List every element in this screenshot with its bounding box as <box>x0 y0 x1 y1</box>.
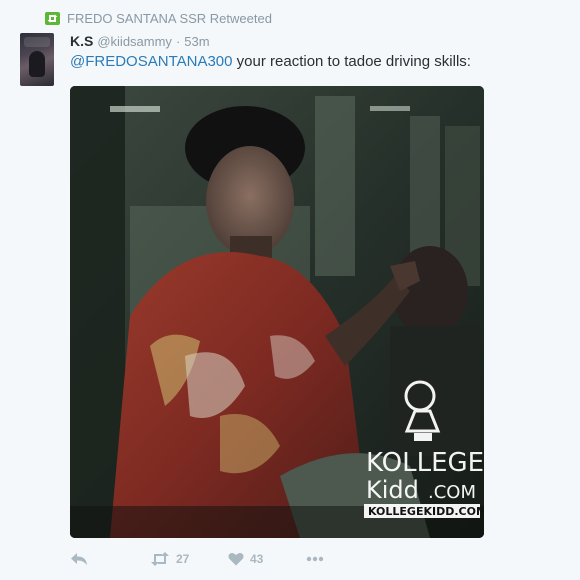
watermark-kidd: Kidd <box>366 476 419 504</box>
media-photo[interactable]: KOLLEGE Kidd .COM KOLLEGEKIDD.COM <box>70 86 484 538</box>
author-name[interactable]: K.S <box>70 33 93 49</box>
retweet-context: FREDO SANTANA SSR Retweeted <box>45 8 272 28</box>
retweet-button[interactable]: 27 <box>150 548 228 570</box>
timestamp[interactable]: 53m <box>184 34 209 49</box>
tweet-body: your reaction to tadoe driving skills: <box>232 53 471 70</box>
heart-icon <box>228 552 244 566</box>
watermark-url: KOLLEGEKIDD.COM <box>368 505 484 518</box>
mention-link[interactable]: @FREDOSANTANA300 <box>70 53 233 70</box>
retweet-action-icon <box>150 552 170 566</box>
more-button[interactable] <box>306 548 346 570</box>
avatar[interactable] <box>20 33 54 86</box>
retweet-icon <box>45 11 60 25</box>
like-count: 43 <box>250 552 264 566</box>
more-icon <box>306 556 324 562</box>
tweet[interactable]: FREDO SANTANA SSR Retweeted K.S @kiidsam… <box>0 0 580 580</box>
tweet-header: K.S @kiidsammy · 53m <box>70 33 210 49</box>
watermark-kollege: KOLLEGE <box>366 448 484 478</box>
photo-graphic: KOLLEGE Kidd .COM KOLLEGEKIDD.COM <box>70 86 484 538</box>
author-handle[interactable]: @kiidsammy <box>97 34 172 49</box>
retweet-context-text[interactable]: FREDO SANTANA SSR Retweeted <box>67 11 272 26</box>
like-button[interactable]: 43 <box>228 548 306 570</box>
retweet-count: 27 <box>176 552 190 566</box>
separator-dot: · <box>175 34 181 49</box>
reply-icon <box>70 552 88 566</box>
reply-button[interactable] <box>70 548 150 570</box>
watermark-dotcom: .COM <box>428 482 476 503</box>
tweet-actions: 27 43 <box>70 548 370 570</box>
tweet-text: @FREDOSANTANA300 your reaction to tadoe … <box>70 52 471 72</box>
